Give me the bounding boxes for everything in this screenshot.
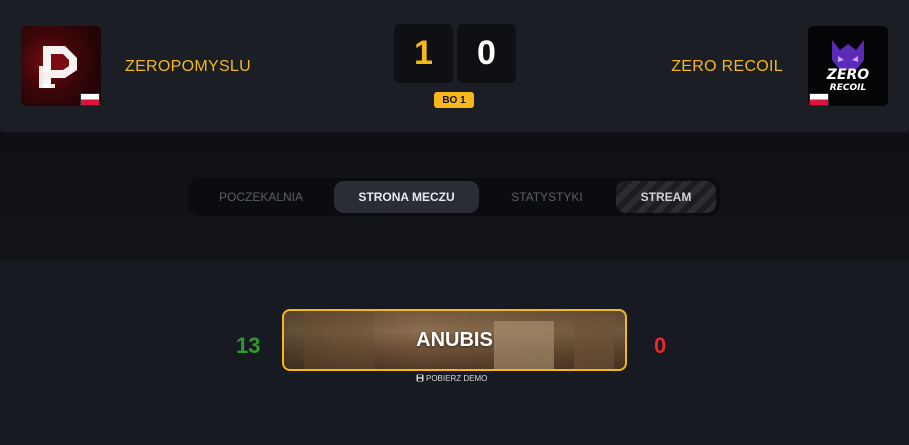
match-format-badge: BO 1 xyxy=(434,92,474,108)
logo-text-zero: ZERO xyxy=(826,67,869,83)
map-score-right: 0 xyxy=(654,333,667,358)
logo-text-recoil: RECOIL xyxy=(830,83,867,93)
score-left: 1 xyxy=(394,24,453,83)
tab-strona-meczu[interactable]: STRONA MECZU xyxy=(334,181,479,213)
poland-flag-icon xyxy=(809,93,829,106)
map-name: ANUBIS xyxy=(416,328,493,351)
tab-poczekalnia[interactable]: POCZEKALNIA xyxy=(196,181,326,213)
match-header: ZEROPOMYSLU 1 0 BO 1 ZERO RECOIL ZERO RE… xyxy=(0,0,909,132)
match-tabs: POCZEKALNIA STRONA MECZU STATYSTYKI STRE… xyxy=(188,178,720,216)
tab-stream[interactable]: STREAM xyxy=(616,181,716,213)
team-left-name[interactable]: ZEROPOMYSLU xyxy=(125,58,251,76)
tab-statystyki[interactable]: STATYSTYKI xyxy=(487,181,607,213)
save-icon xyxy=(416,374,424,382)
map-score-left: 13 xyxy=(236,333,261,358)
map-card-anubis[interactable]: ANUBIS xyxy=(282,309,627,371)
download-demo-link[interactable]: POBIERZ DEMO xyxy=(416,373,487,383)
team-right-name[interactable]: ZERO RECOIL xyxy=(671,58,783,76)
poland-flag-icon xyxy=(80,93,100,106)
score-right: 0 xyxy=(457,24,516,83)
download-demo-label: POBIERZ DEMO xyxy=(426,373,488,383)
